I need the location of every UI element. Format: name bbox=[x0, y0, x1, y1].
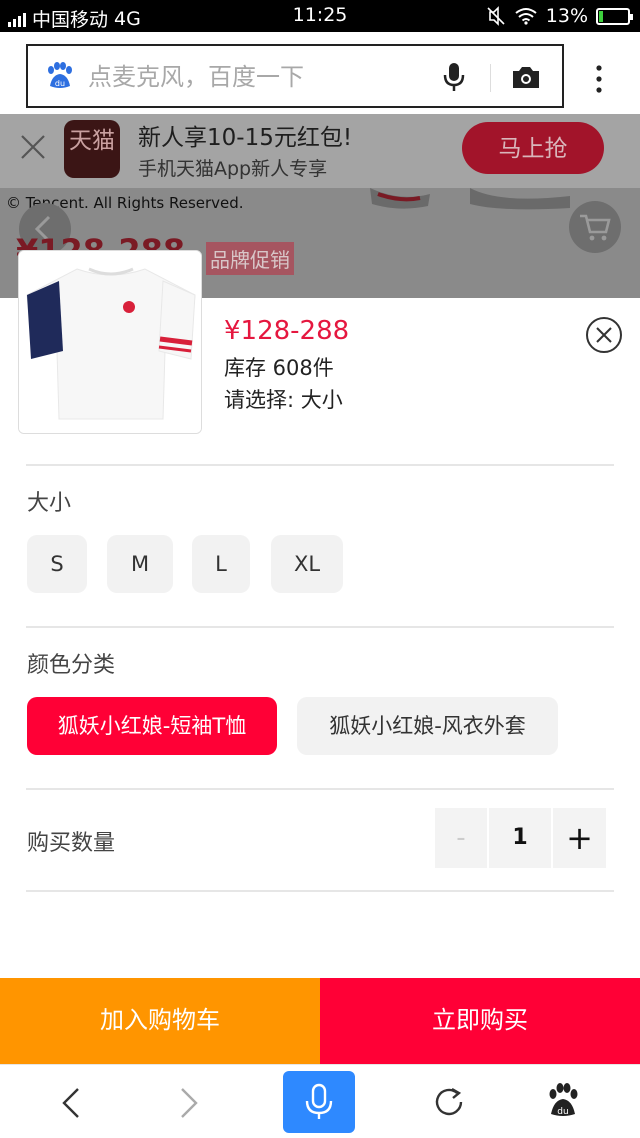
banner-title: 新人享10-15元红包! bbox=[138, 125, 353, 151]
quantity-decrease-button[interactable]: - bbox=[435, 808, 487, 868]
color-section-label: 颜色分类 bbox=[27, 653, 116, 678]
banner-subtitle: 手机天猫App新人专享 bbox=[138, 158, 328, 180]
size-option-xl[interactable]: XL bbox=[271, 535, 343, 593]
color-option-jacket[interactable]: 狐妖小红娘-风衣外套 bbox=[297, 697, 558, 755]
battery-fill bbox=[599, 10, 603, 22]
tmall-app-icon: 天猫 bbox=[64, 120, 120, 178]
quantity-increase-button[interactable]: + bbox=[553, 808, 606, 868]
browser-forward-icon[interactable] bbox=[178, 1087, 200, 1119]
browser-navigation-bar: du bbox=[0, 1064, 640, 1138]
more-menu-icon[interactable] bbox=[594, 64, 604, 94]
size-option-l[interactable]: L bbox=[192, 535, 250, 593]
mute-icon bbox=[487, 6, 505, 26]
microphone-icon[interactable] bbox=[442, 61, 466, 93]
search-box[interactable]: du bbox=[26, 44, 564, 108]
search-divider bbox=[490, 64, 491, 92]
banner-close-icon[interactable] bbox=[20, 134, 46, 160]
divider bbox=[26, 464, 614, 466]
voice-search-button[interactable] bbox=[283, 1071, 355, 1133]
close-icon bbox=[596, 327, 612, 343]
battery-percent: 13% bbox=[545, 5, 588, 27]
divider bbox=[26, 890, 614, 892]
product-stock: 库存 608件 bbox=[224, 356, 334, 380]
add-to-cart-button[interactable]: 加入购物车 bbox=[0, 978, 320, 1064]
baidu-home-icon[interactable]: du bbox=[546, 1083, 580, 1119]
color-option-tshirt[interactable]: 狐妖小红娘-短袖T恤 bbox=[27, 697, 277, 755]
search-area: du bbox=[0, 32, 640, 114]
wifi-icon bbox=[515, 8, 537, 25]
baidu-logo-icon: du bbox=[48, 62, 72, 88]
size-option-s[interactable]: S bbox=[27, 535, 87, 593]
search-input[interactable] bbox=[88, 60, 428, 94]
svg-text:du: du bbox=[557, 1107, 568, 1117]
divider bbox=[26, 788, 614, 790]
status-bar: 中国移动 4G 11:25 13% bbox=[0, 0, 640, 32]
tmall-icon-label: 天猫 bbox=[69, 128, 115, 154]
app-banner: 天猫 新人享10-15元红包! 手机天猫App新人专享 马上抢 bbox=[0, 114, 640, 188]
battery-icon bbox=[596, 7, 633, 25]
selection-hint: 请选择: 大小 bbox=[224, 388, 343, 412]
browser-back-icon[interactable] bbox=[60, 1087, 82, 1119]
size-option-m[interactable]: M bbox=[107, 535, 173, 593]
promo-tag: 品牌促销 bbox=[206, 242, 294, 275]
product-thumbnail bbox=[18, 250, 202, 434]
quantity-label: 购买数量 bbox=[27, 831, 116, 856]
svg-text:du: du bbox=[55, 79, 65, 88]
refresh-icon[interactable] bbox=[432, 1085, 466, 1119]
tshirt-image bbox=[19, 251, 201, 433]
divider bbox=[26, 626, 614, 628]
cart-icon[interactable] bbox=[568, 200, 622, 254]
voice-microphone-icon bbox=[305, 1083, 333, 1119]
camera-icon[interactable] bbox=[511, 64, 541, 90]
grab-now-button[interactable]: 马上抢 bbox=[462, 122, 604, 174]
quantity-value[interactable]: 1 bbox=[489, 808, 551, 868]
product-price: ¥128-288 bbox=[224, 316, 350, 346]
size-section-label: 大小 bbox=[27, 491, 72, 516]
buy-now-button[interactable]: 立即购买 bbox=[320, 978, 640, 1064]
close-sheet-button[interactable] bbox=[586, 317, 622, 353]
status-right: 13% bbox=[486, 5, 633, 27]
